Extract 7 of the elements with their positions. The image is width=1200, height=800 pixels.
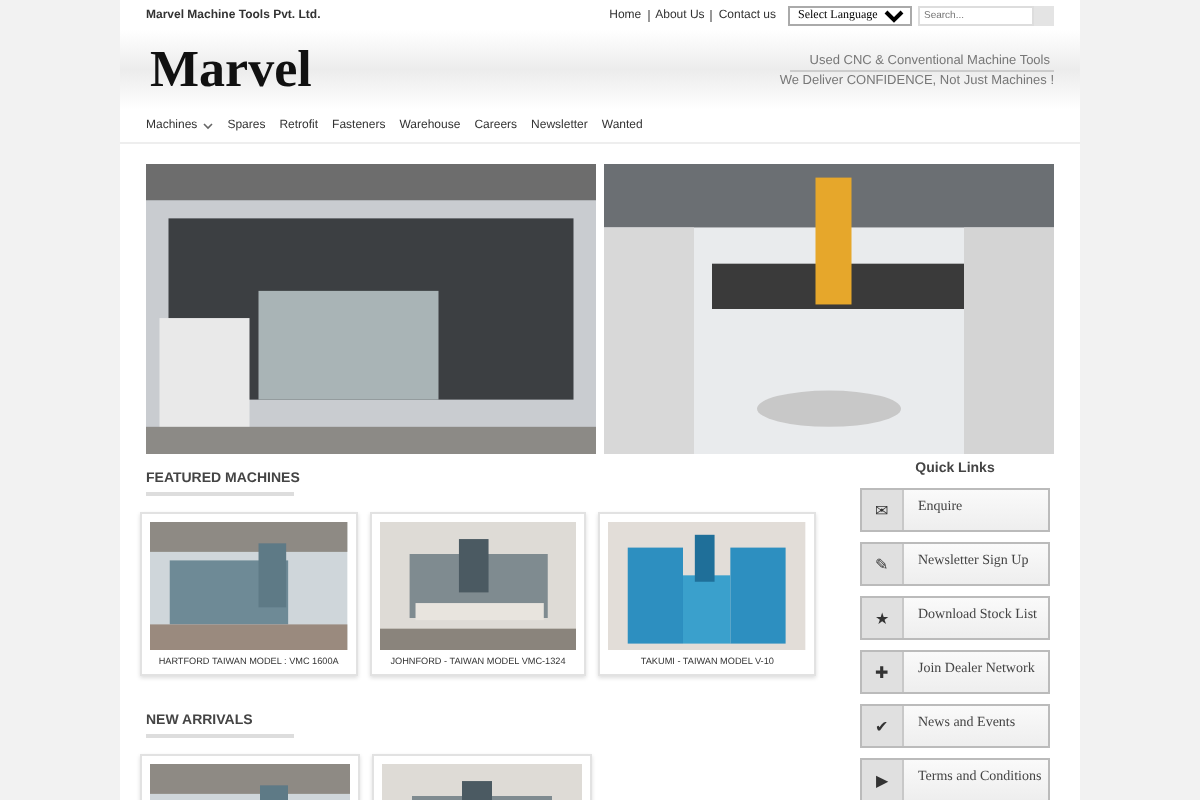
link-icon: ✚: [862, 652, 904, 692]
link-icon: ★: [862, 598, 904, 638]
link-icon: ✔: [862, 706, 904, 746]
link-icon: ✎: [862, 544, 904, 584]
link-icon: ✉: [862, 490, 904, 530]
link-icon: ▶: [862, 760, 904, 800]
marvel-logo: Marvel: [150, 40, 314, 100]
